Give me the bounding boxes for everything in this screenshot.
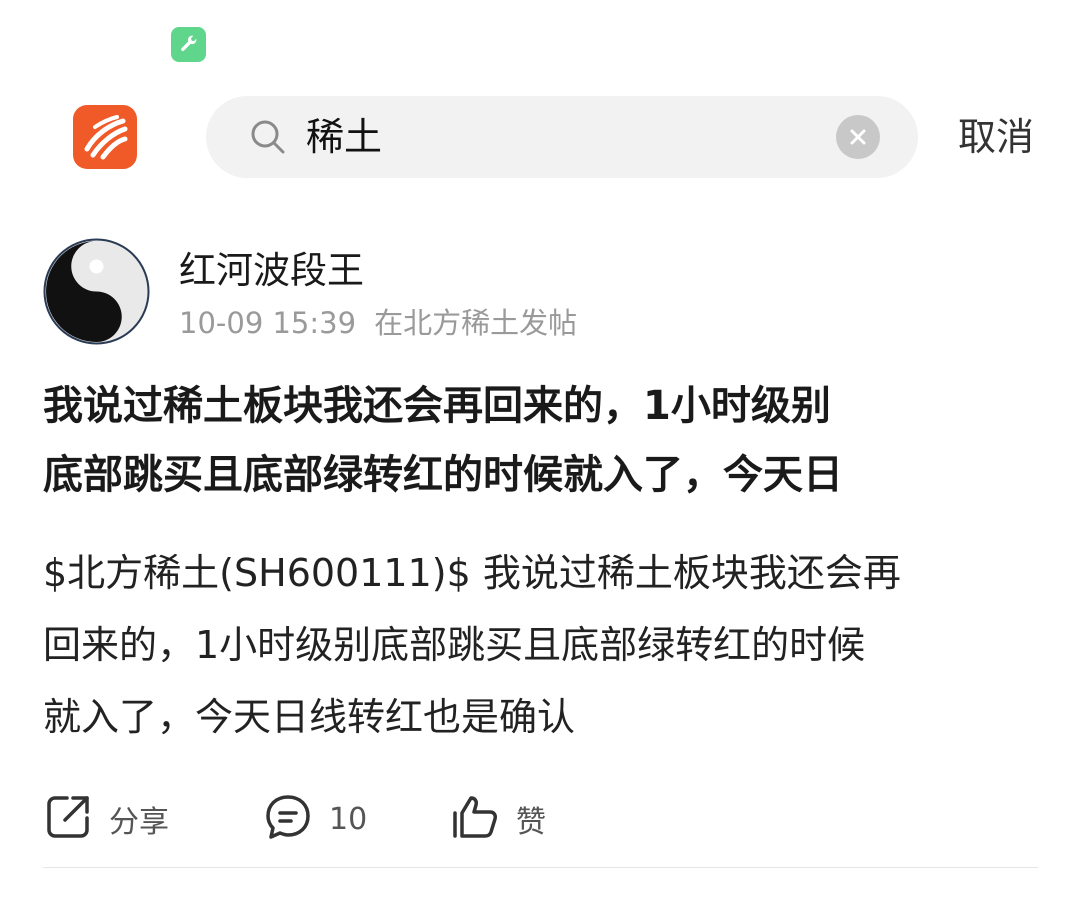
divider	[43, 867, 1038, 868]
like-label: 赞	[516, 805, 546, 840]
search-input[interactable]: 稀土	[306, 96, 382, 178]
like-button[interactable]: 赞	[450, 790, 546, 848]
comment-count: 10	[329, 801, 368, 837]
cancel-button[interactable]: 取消	[958, 96, 1034, 178]
search-icon	[248, 117, 288, 157]
post-meta: 10-09 15:39 在北方稀土发帖	[179, 300, 577, 342]
share-icon	[43, 792, 93, 846]
post-time: 10-09 15:39	[179, 306, 357, 340]
search-bar[interactable]: 稀土	[206, 96, 918, 178]
post-location[interactable]: 在北方稀土发帖	[374, 306, 577, 340]
avatar[interactable]	[43, 238, 150, 345]
app-logo[interactable]	[73, 105, 137, 169]
wrench-icon	[171, 27, 206, 62]
comment-icon	[263, 792, 313, 846]
post-title[interactable]: 我说过稀土板块我还会再回来的，1小时级别 底部跳买且底部绿转红的时候就入了，今天…	[43, 372, 1043, 510]
comment-button[interactable]: 10	[263, 790, 367, 848]
share-label: 分享	[109, 805, 169, 840]
close-icon[interactable]	[836, 115, 880, 159]
thumbs-up-icon	[450, 792, 500, 846]
author-name[interactable]: 红河波段王	[179, 240, 364, 294]
post-body[interactable]: $北方稀土(SH600111)$ 我说过稀土板块我还会再 回来的，1小时级别底部…	[43, 537, 1043, 753]
share-button[interactable]: 分享	[43, 790, 169, 848]
